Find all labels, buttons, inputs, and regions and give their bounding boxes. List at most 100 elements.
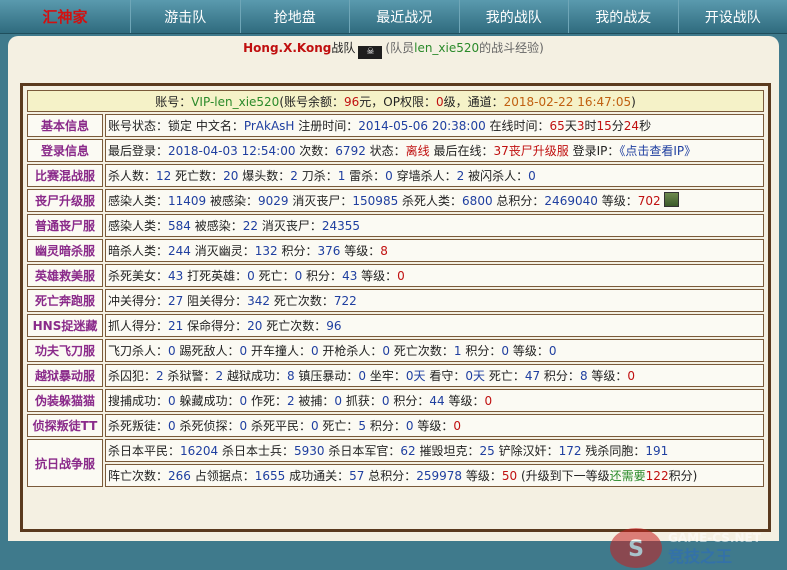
stats-row: 侦探叛徒TT杀死叛徒：0 杀死侦探：0 杀死平民：0 死亡：5 积分：0 等级：… [27,414,764,437]
stat-label: 登录IP： [569,144,620,158]
row-values: 杀死美女：43 打死英雄：0 死亡：0 积分：43 等级：0 [105,264,764,287]
stats-row: 功夫飞刀服飞刀杀人：0 踢死敌人：0 开车撞人：0 开枪杀人：0 死亡次数：1 … [27,339,764,362]
nav-item-guerrilla[interactable]: 游击队 [130,0,240,33]
stat-value: 6792 [335,144,366,158]
stat-label: 被捕： [295,394,335,408]
stat-label: 开枪杀人： [319,344,383,358]
stat-value: 172 [559,444,582,458]
nav-item-create-team[interactable]: 开设战队 [678,0,787,33]
stats-row: HNS捉迷藏抓人得分：21 保命得分：20 死亡次数：96 [27,314,764,337]
stat-label: 死亡： [319,419,359,433]
row-label: 基本信息 [27,114,103,137]
account-row: 账号：VIP-len_xie520(账号余额：96元，OP权限：0级，通道：20… [27,90,764,112]
row-values: 冲关得分：27 阻关得分：342 死亡次数：722 [105,289,764,312]
stat-value: 0 [453,419,461,433]
stat-value: 1 [454,344,462,358]
row-label: 比赛混战服 [27,164,103,187]
stat-label: 天 [565,119,577,133]
stat-label: 等级： [414,419,454,433]
stat-value: 259978 [416,469,462,483]
site-watermark-logo: S GAME-CS.NET 竞技之王 [606,520,786,570]
row-values: 抓人得分：21 保命得分：20 死亡次数：96 [105,314,764,337]
row-values: 搜捕成功：0 躲藏成功：0 作死：2 被捕：0 抓获：0 积分：44 等级：0 [105,389,764,412]
channel-value: 2018-02-22 16:47:05 [504,95,631,109]
nav-item-my-team[interactable]: 我的战队 [459,0,569,33]
stat-value: 0 [311,419,319,433]
stat-value: 15 [597,119,612,133]
rank-avatar-icon [664,192,679,207]
stat-label: 搜捕成功： [108,394,168,408]
stat-label: 死亡次数： [390,344,454,358]
stat-label: 等级： [462,469,502,483]
member-name: len_xie520 [414,41,479,55]
stat-label: 成功通关： [285,469,349,483]
team-name[interactable]: Hong.X.Kong [243,41,331,55]
stat-label: 杀死美女： [108,269,168,283]
stat-label: 等级： [445,394,485,408]
row-label: 幽灵暗杀服 [27,239,103,262]
view-ip-link[interactable]: 《点击查看IP》 [619,144,696,158]
stat-label: 踢死敌人： [176,344,240,358]
stat-label: 死亡次数： [270,294,334,308]
stat-value: 0 [627,369,635,383]
row-values: 杀日本平民：16204 杀日本士兵：5930 杀日本军官：62 摧毁坦克：25 … [105,439,764,462]
row-label: 越狱暴动服 [27,364,103,387]
row-label: HNS捉迷藏 [27,314,103,337]
stat-value: 0 [239,394,247,408]
stat-value: 0 [334,394,342,408]
stat-label: 暗杀人类： [108,244,168,258]
stat-label: 爆头数： [238,169,290,183]
stat-value: 0 [239,344,247,358]
stat-label: 积分： [366,419,406,433]
stat-value: 21 [168,319,183,333]
stat-value: 0 [247,269,255,283]
stat-value: 24 [624,119,639,133]
nav-item-recent-battles[interactable]: 最近战况 [349,0,459,33]
stat-label: 等级： [588,369,628,383]
watermark-sub: 竞技之王 [668,547,732,566]
account-label: 账号： [155,95,191,109]
stat-value: 1655 [255,469,286,483]
stat-label: 杀死叛徒： [108,419,168,433]
stat-value: PrAkAsH [244,119,295,133]
stat-label: 等级： [598,194,638,208]
row-values: 最后登录：2018-04-03 12:54:00 次数：6792 状态：离线 最… [105,139,764,162]
channel-label: 级，通道： [444,95,504,109]
nav-item-territory[interactable]: 抢地盘 [240,0,350,33]
stat-label: 杀人数： [108,169,156,183]
row-values: 感染人类：584 被感染：22 消灭丧尸：24355 [105,214,764,237]
stats-row: 伪装躲猫猫搜捕成功：0 躲藏成功：0 作死：2 被捕：0 抓获：0 积分：44 … [27,389,764,412]
stat-label: 死亡： [255,269,295,283]
stat-label: 等级： [357,269,397,283]
stat-value: 24355 [322,219,360,233]
stat-value: 47 [525,369,540,383]
stat-label: 杀日本军官： [325,444,401,458]
stat-value: 22 [243,219,258,233]
stat-label: 被感染： [191,219,243,233]
stat-label: 消灭丧尸： [258,219,322,233]
stat-value: 8 [580,369,588,383]
watermark-text: GAME-CS.NET [668,531,762,545]
stat-value: 0 [397,269,405,283]
stat-label: 最后在线： [430,144,494,158]
member-prefix: (队员 [385,41,414,55]
stat-label: 死亡： [485,369,525,383]
stat-label: 杀狱警： [164,369,216,383]
nav-item-my-friends[interactable]: 我的战友 [568,0,678,33]
stat-value: 2018-04-03 12:54:00 [168,144,295,158]
row-label: 登录信息 [27,139,103,162]
site-logo[interactable]: 汇神家 [0,0,130,33]
row-values: 账号状态：锁定 中文名：PrAkAsH 注册时间：2014-05-06 20:3… [105,114,764,137]
stat-value: 2014-05-06 20:38:00 [358,119,485,133]
stat-value: 6800 [462,194,493,208]
stat-label: 看守： [426,369,466,383]
account-balance: 96 [344,95,359,109]
stat-value: 266 [168,469,191,483]
stat-value: 191 [645,444,668,458]
stat-label: 消灭幽灵： [191,244,255,258]
account-close: ) [631,95,636,109]
stat-label: 铲除汉奸： [495,444,559,458]
stat-label: 残杀同胞： [582,444,646,458]
stats-row: 越狱暴动服杀囚犯：2 杀狱警：2 越狱成功：8 镇压暴动：0 坐牢：0天 看守：… [27,364,764,387]
stat-value: 0 [382,394,390,408]
